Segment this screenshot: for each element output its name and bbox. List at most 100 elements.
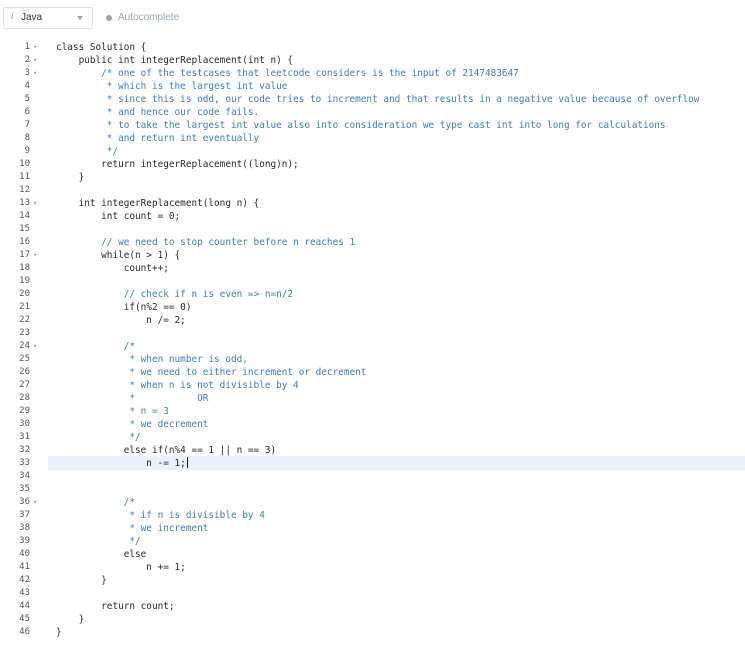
line-number: 46: [19, 627, 30, 637]
line-number: 3: [24, 68, 30, 78]
code-text: int count = 0;: [56, 211, 181, 222]
text-cursor: [186, 457, 188, 468]
code-text: if(n%2 == 0): [56, 302, 192, 313]
code-line[interactable]: 28 * OR: [0, 392, 745, 405]
code-line[interactable]: 3 ▾ /* one of the testcases that leetcode…: [0, 67, 745, 80]
autocomplete-label: Autocomplete: [118, 12, 180, 23]
code-text: else: [56, 549, 147, 560]
code-line[interactable]: 37 * if n is divisible by 4: [0, 509, 745, 522]
code-line[interactable]: 6 * and hence our code fails.: [0, 106, 745, 119]
code-line[interactable]: 46}: [0, 626, 745, 639]
line-number: 27: [19, 380, 30, 390]
code-line[interactable]: 21 if(n%2 == 0): [0, 301, 745, 314]
language-select-value: Java: [21, 12, 43, 23]
fold-chevron-icon[interactable]: ▾: [33, 496, 37, 509]
code-text: int integerReplacement(long n) {: [56, 198, 260, 209]
fold-chevron-icon[interactable]: ▾: [33, 67, 37, 80]
line-number: 23: [19, 328, 30, 338]
fold-chevron-icon[interactable]: ▾: [33, 54, 37, 67]
code-line[interactable]: 40 else: [0, 548, 745, 561]
code-text: n /= 2;: [56, 315, 186, 326]
code-line[interactable]: 29 * n = 3: [0, 405, 745, 418]
code-line[interactable]: 22 n /= 2;: [0, 314, 745, 327]
code-comment: * when n is not divisible by 4: [56, 380, 299, 391]
fold-chevron-icon[interactable]: ▾: [33, 340, 37, 353]
code-comment: */: [56, 536, 141, 547]
code-comment: * to take the largest int value also int…: [56, 120, 666, 131]
code-comment: * n = 3: [56, 406, 169, 417]
editor-toolbar: i Java Autocomplete: [0, 0, 745, 36]
code-line[interactable]: 39 */: [0, 535, 745, 548]
code-editor[interactable]: 1 ▾ class Solution {2 ▾ public int integerR…: [0, 41, 745, 647]
code-line[interactable]: 5 * since this is odd, our code tries to…: [0, 93, 745, 106]
code-line[interactable]: 9 */: [0, 145, 745, 158]
line-number: 28: [19, 393, 30, 403]
code-line[interactable]: 10 return integerReplacement((long)n);: [0, 158, 745, 171]
code-line[interactable]: 23: [0, 327, 745, 340]
line-number: 22: [19, 315, 30, 325]
fold-chevron-icon[interactable]: ▾: [33, 249, 37, 262]
code-line[interactable]: 31 */: [0, 431, 745, 444]
code-line[interactable]: 41 n += 1;: [0, 561, 745, 574]
code-line[interactable]: 1 ▾ class Solution {: [0, 41, 745, 54]
code-line[interactable]: 15: [0, 223, 745, 236]
code-line[interactable]: 11 }: [0, 171, 745, 184]
code-line[interactable]: 44 return count;: [0, 600, 745, 613]
code-line[interactable]: 8 * and return int eventually: [0, 132, 745, 145]
code-line[interactable]: 2 ▾ public int integerReplacement(int n) …: [0, 54, 745, 67]
code-line[interactable]: 38 * we increment: [0, 522, 745, 535]
code-line[interactable]: 14 int count = 0;: [0, 210, 745, 223]
code-comment: // we need to stop counter before n reac…: [56, 237, 356, 248]
code-comment: * when number is odd,: [56, 354, 248, 365]
code-line[interactable]: 12: [0, 184, 745, 197]
line-number: 1: [24, 42, 30, 52]
code-line[interactable]: 36 ▾ /*: [0, 496, 745, 509]
code-line[interactable]: 24 ▾ /*: [0, 340, 745, 353]
code-text: }: [56, 627, 62, 638]
code-line[interactable]: 45 }: [0, 613, 745, 626]
line-number: 15: [19, 224, 30, 234]
code-comment: * and return int eventually: [56, 133, 260, 144]
line-number: 18: [19, 263, 30, 273]
line-number: 40: [19, 549, 30, 559]
fold-chevron-icon[interactable]: ▾: [33, 197, 37, 210]
line-number: 20: [19, 289, 30, 299]
line-number: 2: [24, 55, 30, 65]
code-line[interactable]: 19: [0, 275, 745, 288]
code-line[interactable]: 16 // we need to stop counter before n r…: [0, 236, 745, 249]
line-number: 39: [19, 536, 30, 546]
code-line[interactable]: 25 * when number is odd,: [0, 353, 745, 366]
code-line[interactable]: 34: [0, 470, 745, 483]
code-line[interactable]: 13 ▾ int integerReplacement(long n) {: [0, 197, 745, 210]
line-number: 6: [24, 107, 30, 117]
code-line[interactable]: 26 * we need to either increment or decr…: [0, 366, 745, 379]
code-text: }: [56, 575, 107, 586]
code-line[interactable]: 43: [0, 587, 745, 600]
code-text: return count;: [56, 601, 175, 612]
code-line[interactable]: 33 n -= 1;: [0, 456, 745, 470]
code-comment: * we need to either increment or decreme…: [56, 367, 367, 378]
code-comment: * we increment: [56, 523, 209, 534]
code-line[interactable]: 7 * to take the largest int value also i…: [0, 119, 745, 132]
code-line[interactable]: 30 * we decrement: [0, 418, 745, 431]
status-dot-icon: [106, 15, 112, 21]
code-line[interactable]: 20 // check if n is even => n=n/2: [0, 288, 745, 301]
code-line[interactable]: 4 * which is the largest int value: [0, 80, 745, 93]
line-number: 37: [19, 510, 30, 520]
code-line[interactable]: 35: [0, 483, 745, 496]
code-comment: /*: [56, 497, 136, 508]
line-number: 16: [19, 237, 30, 247]
line-number: 34: [19, 471, 30, 481]
fold-chevron-icon[interactable]: ▾: [33, 41, 37, 54]
code-line[interactable]: 17 ▾ while(n > 1) {: [0, 249, 745, 262]
language-select[interactable]: i Java: [3, 7, 93, 29]
info-icon: i: [11, 12, 14, 22]
code-text: while(n > 1) {: [56, 250, 181, 261]
code-line[interactable]: 27 * when n is not divisible by 4: [0, 379, 745, 392]
code-line[interactable]: 18 count++;: [0, 262, 745, 275]
line-number: 32: [19, 445, 30, 455]
line-number: 43: [19, 588, 30, 598]
code-line[interactable]: 42 }: [0, 574, 745, 587]
line-number: 19: [19, 276, 30, 286]
code-comment: /* one of the testcases that leetcode co…: [56, 68, 519, 79]
